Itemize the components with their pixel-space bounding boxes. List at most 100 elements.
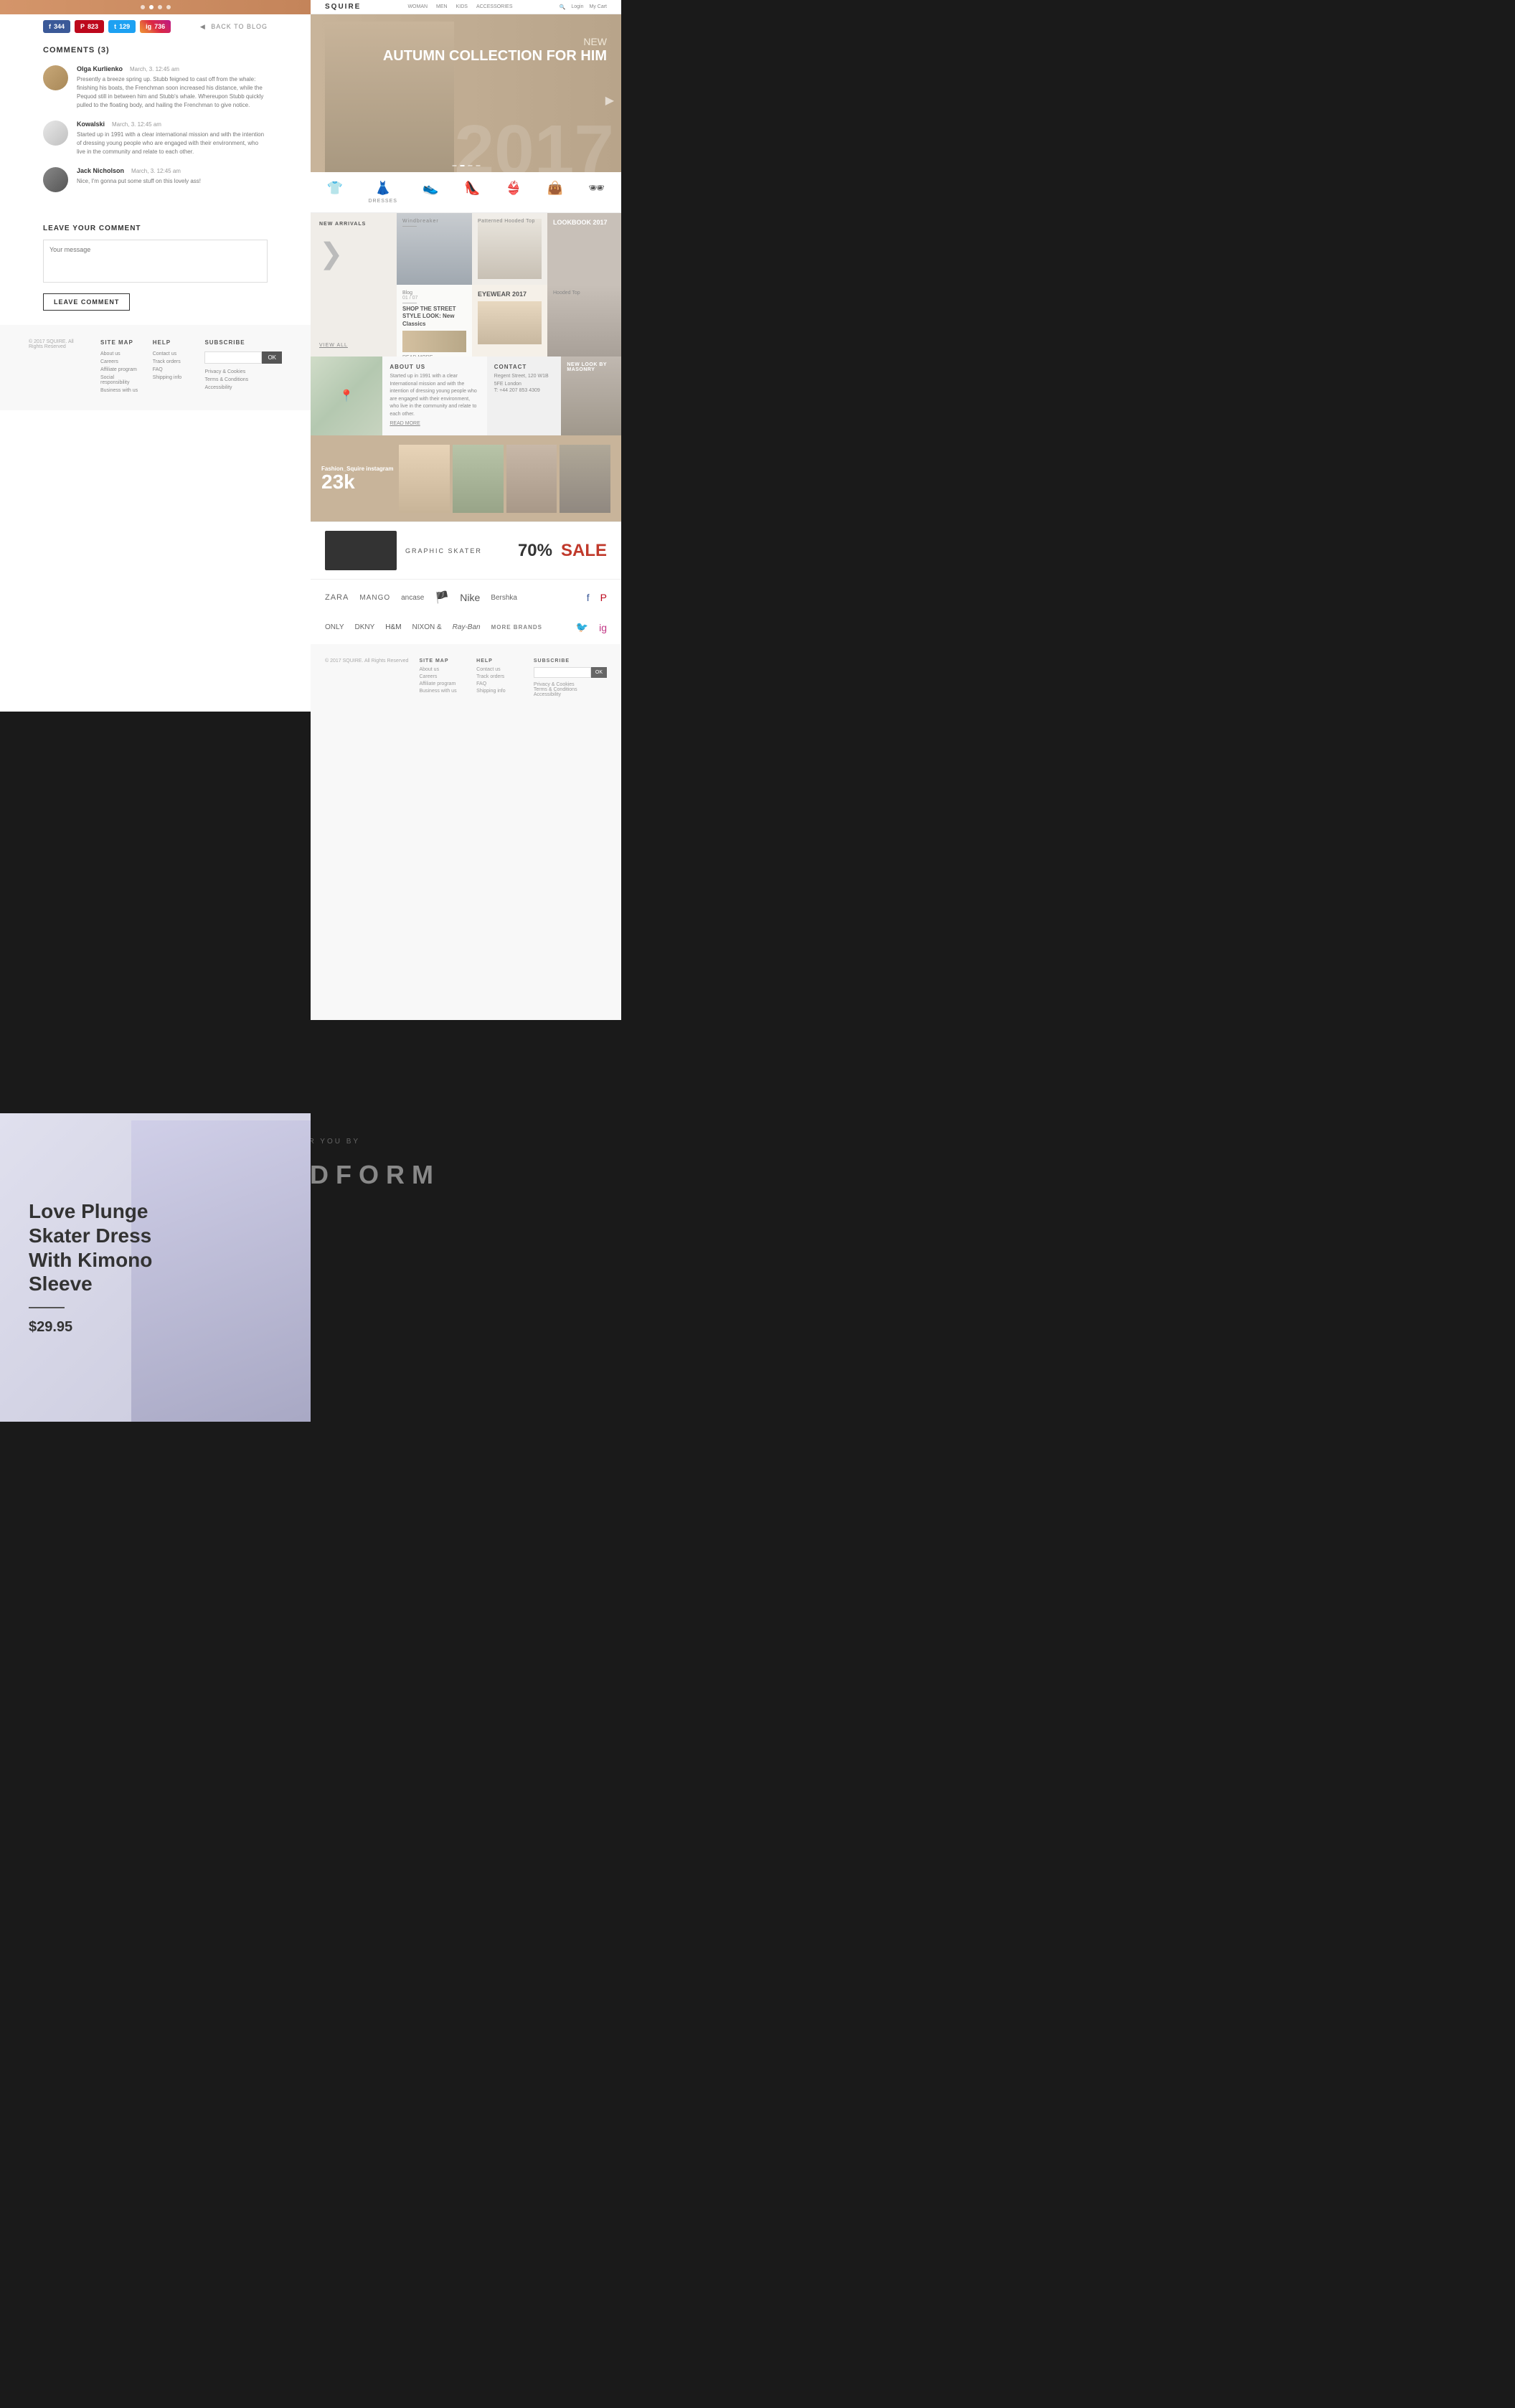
pinterest-share-btn[interactable]: P 823: [75, 20, 104, 33]
back-to-blog-link[interactable]: ◀ BACK TO BLOG: [200, 23, 268, 31]
about-cell: ABOUT US Started up in 1991 with a clear…: [382, 357, 486, 435]
brand-mango[interactable]: MANGO: [359, 594, 390, 602]
contact-phone: T: +44 207 853 4309: [494, 388, 554, 393]
footer-privacy[interactable]: Privacy & Cookies: [534, 682, 607, 687]
carousel-dot-1[interactable]: [141, 5, 145, 9]
cat-glasses[interactable]: 🕶: [588, 181, 605, 204]
twitter-share-btn[interactable]: t 129: [108, 20, 136, 33]
comment-input[interactable]: [43, 240, 268, 283]
search-icon[interactable]: 🔍: [560, 4, 566, 10]
cat-bags[interactable]: 👜: [547, 181, 563, 204]
carousel-dot-2[interactable]: [149, 5, 154, 9]
carousel-dot-3[interactable]: [158, 5, 162, 9]
cat-shoes[interactable]: 👟: [423, 181, 438, 204]
nav-logo[interactable]: SQUIRE: [325, 3, 361, 11]
footer-subscribe-input[interactable]: [534, 667, 591, 678]
windbreaker-cell[interactable]: Windbreaker: [397, 213, 472, 285]
brand-hm[interactable]: H&M: [385, 623, 401, 631]
sitemap-careers[interactable]: Careers: [100, 359, 138, 364]
brand-ancase[interactable]: ancase: [401, 594, 424, 602]
hooded-top-cell[interactable]: Hooded Top: [547, 285, 621, 357]
footer-affiliate[interactable]: Affiliate program: [419, 681, 466, 686]
footer-careers[interactable]: Careers: [419, 674, 466, 679]
instagram-photo-4: [560, 445, 610, 513]
help-faq[interactable]: FAQ: [153, 367, 191, 372]
footer-accessibility[interactable]: Accessibility: [534, 692, 607, 697]
nav-kids[interactable]: KIDS: [456, 4, 468, 9]
blog-subtitle: 01 / 07: [402, 296, 466, 301]
help-track[interactable]: Track orders: [153, 359, 191, 364]
view-all-link[interactable]: VIEW ALL: [319, 343, 388, 348]
cat-lingerie[interactable]: 👙: [506, 181, 521, 204]
instagram-share-btn[interactable]: ig 736: [140, 20, 171, 33]
lookbook-cell[interactable]: LOOKBOOK 2017: [547, 213, 621, 285]
brand-bershka[interactable]: Bershka: [491, 594, 517, 602]
footer-faq[interactable]: FAQ: [476, 681, 523, 686]
footer-subscribe-title: SUBSCRIBE: [534, 658, 607, 664]
subscribe-input[interactable]: [204, 351, 262, 364]
carousel-dot-4[interactable]: [166, 5, 171, 9]
patterned-hooded-top-cell[interactable]: Patterned Hooded Top: [472, 213, 547, 285]
cat-heels[interactable]: 👠: [464, 181, 480, 204]
new-arrivals-arrow[interactable]: ❯: [319, 237, 388, 270]
help-title: HELP: [153, 339, 191, 346]
cat-tops[interactable]: 👕: [327, 181, 343, 204]
help-shipping[interactable]: Shipping info: [153, 375, 191, 380]
brand-only[interactable]: ONLY: [325, 623, 344, 631]
eyewear-image: [478, 301, 542, 344]
subscribe-button[interactable]: OK: [262, 351, 282, 364]
privacy-link[interactable]: Privacy & Cookies: [204, 369, 282, 374]
new-look-cell[interactable]: NEW LOOK BY MASONRY: [561, 357, 621, 435]
navbar: SQUIRE WOMAN MEN KIDS ACCESSORIES 🔍 Logi…: [311, 0, 621, 14]
hero-dot-4[interactable]: [476, 165, 480, 166]
footer-about[interactable]: About us: [419, 667, 466, 672]
category-bar: 👕 👗 DRESSES 👟 👠 👙 👜: [311, 172, 621, 213]
nav-accessories[interactable]: ACCESSORIES: [476, 4, 513, 9]
facebook-brand-icon[interactable]: f: [587, 592, 590, 603]
accessibility-link[interactable]: Accessibility: [204, 385, 282, 390]
hero-dot-3[interactable]: [468, 165, 472, 166]
hero-dot-2[interactable]: [460, 165, 464, 166]
help-contact[interactable]: Contact us: [153, 351, 191, 357]
sitemap-about[interactable]: About us: [100, 351, 138, 357]
sitemap-social[interactable]: Social responsibility: [100, 375, 138, 385]
sitemap-affiliate[interactable]: Affiliate program: [100, 367, 138, 372]
hero-next-arrow[interactable]: ▶: [605, 93, 614, 108]
brand-dkny[interactable]: DKNY: [355, 623, 375, 631]
hooded-top-label: Hooded Top: [553, 291, 580, 296]
nav-woman[interactable]: WOMAN: [407, 4, 428, 9]
brand-flag[interactable]: 🏴: [435, 590, 449, 605]
brand-rayban[interactable]: Ray-Ban: [453, 623, 481, 631]
brand-nike[interactable]: Nike: [460, 592, 480, 603]
facebook-share-btn[interactable]: f 344: [43, 20, 70, 33]
pinterest-icon: P: [80, 23, 85, 30]
map-cell: 📍: [311, 357, 382, 435]
sitemap-business[interactable]: Business with us: [100, 388, 138, 393]
footer-subscribe-button[interactable]: OK: [591, 667, 607, 678]
cat-dresses[interactable]: 👗 DRESSES: [368, 181, 397, 204]
twitter-brand-icon[interactable]: 🐦: [576, 621, 588, 633]
footer-contact[interactable]: Contact us: [476, 667, 523, 672]
brand-zara[interactable]: ZARA: [325, 593, 349, 602]
nav-men[interactable]: MEN: [436, 4, 448, 9]
hero-year: 2017: [455, 115, 614, 172]
about-read-more[interactable]: READ MORE: [390, 421, 479, 426]
footer-terms[interactable]: Terms & Conditions: [534, 687, 607, 692]
footer-shipping[interactable]: Shipping info: [476, 689, 523, 694]
brand-nixon[interactable]: NIXON &: [412, 623, 442, 631]
eyewear-label: EYEWEAR 2017: [478, 291, 542, 298]
cart-link[interactable]: My Cart: [589, 4, 607, 10]
eyewear-cell[interactable]: EYEWEAR 2017: [472, 285, 547, 357]
more-brands[interactable]: MORE BRANDS: [491, 624, 542, 631]
leave-comment-button[interactable]: LEAVE COMMENT: [43, 293, 130, 311]
comment-item: Kowalski March, 3. 12:45 am Started up i…: [43, 121, 268, 156]
footer-business[interactable]: Business with us: [419, 689, 466, 694]
instagram-brand-icon[interactable]: ig: [599, 622, 607, 633]
footer-track[interactable]: Track orders: [476, 674, 523, 679]
login-link[interactable]: Login: [571, 4, 583, 10]
pinterest-brand-icon[interactable]: P: [600, 592, 607, 603]
blog-cell[interactable]: Blog 01 / 07 SHOP THE STREET STYLE LOOK:…: [397, 285, 472, 357]
instagram-count: 23k: [321, 472, 393, 492]
terms-link[interactable]: Terms & Conditions: [204, 377, 282, 382]
hero-dot-1[interactable]: [452, 165, 456, 166]
